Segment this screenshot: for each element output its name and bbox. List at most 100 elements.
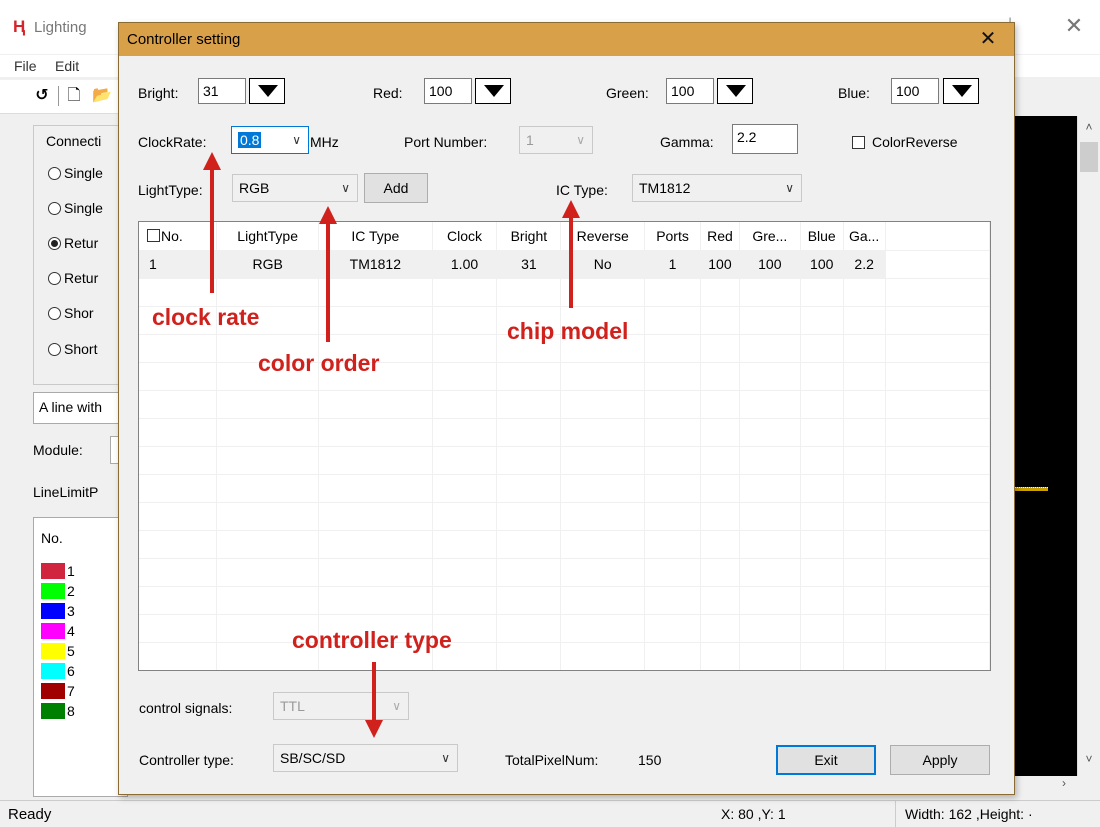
green-input[interactable]: 100 (666, 78, 714, 104)
open-folder-icon[interactable]: 📂 (92, 86, 112, 106)
connection-option-label: Single (64, 200, 103, 216)
scroll-down-icon[interactable]: ˅ (1080, 752, 1098, 770)
connection-option-5[interactable]: Shor (48, 305, 94, 321)
ictype-select[interactable]: TM1812 ∨ (632, 174, 802, 202)
list-item[interactable]: 5 (41, 642, 75, 660)
column-header-clock[interactable]: Clock (432, 222, 498, 251)
scroll-up-icon[interactable]: ˄ (1080, 120, 1098, 138)
gamma-input[interactable]: 2.2 (732, 124, 798, 154)
table-row[interactable]: 1 RGB TM1812 1.00 31 No 1 100 100 100 2.… (139, 250, 990, 279)
apply-button[interactable]: Apply (890, 745, 990, 775)
column-header-lighttype[interactable]: LightType (216, 222, 320, 251)
cell-lighttype: RGB (216, 250, 320, 279)
new-file-icon[interactable]: 🗋 (65, 86, 83, 106)
lighttype-value: RGB (239, 180, 270, 196)
scroll-thumb[interactable] (1080, 142, 1098, 172)
empty-cell (318, 446, 433, 475)
blue-input[interactable]: 100 (891, 78, 939, 104)
empty-cell (318, 530, 433, 559)
ictype-label: IC Type: (556, 182, 608, 198)
connection-option-3[interactable]: Retur (48, 235, 98, 251)
vertical-scrollbar[interactable] (1077, 116, 1100, 776)
column-header-green[interactable]: Gre... (739, 222, 801, 251)
column-header-reverse[interactable]: Reverse (560, 222, 646, 251)
empty-cell (800, 446, 844, 475)
controller-table[interactable]: No. LightType IC Type Clock Bright Rever… (138, 221, 991, 671)
empty-cell (885, 642, 990, 670)
led-preview-canvas[interactable] (1015, 116, 1077, 776)
chevron-down-icon: ∨ (576, 133, 585, 147)
column-header-ports[interactable]: Ports (644, 222, 701, 251)
menu-edit[interactable]: Edit (55, 58, 79, 74)
radio-icon (48, 271, 61, 285)
column-header-red[interactable]: Red (700, 222, 740, 251)
empty-cell (700, 418, 740, 447)
empty-table-row (139, 530, 990, 559)
list-item[interactable]: 1 (41, 562, 75, 580)
connection-option-label: Short (64, 341, 98, 357)
select-all-checkbox-icon[interactable] (147, 228, 160, 242)
connection-option-6[interactable]: Short (48, 341, 97, 357)
list-item-number: 7 (67, 683, 75, 699)
menu-file[interactable]: File (14, 58, 37, 74)
line-mode-select[interactable]: A line with (33, 392, 128, 424)
empty-cell (739, 502, 801, 531)
main-close-icon[interactable]: ✕ (1062, 14, 1086, 38)
dialog-close-icon[interactable]: ✕ (975, 27, 1001, 51)
empty-cell (139, 558, 218, 587)
empty-cell (432, 586, 498, 615)
red-dropdown-icon[interactable] (475, 78, 511, 104)
list-item[interactable]: 2 (41, 582, 75, 600)
list-item[interactable]: 8 (41, 702, 75, 720)
exit-button[interactable]: Exit (776, 745, 876, 775)
list-item[interactable]: 4 (41, 622, 75, 640)
column-header-ictype[interactable]: IC Type (318, 222, 433, 251)
empty-cell (885, 334, 990, 363)
red-input[interactable]: 100 (424, 78, 472, 104)
empty-cell (843, 418, 886, 447)
empty-cell (560, 502, 646, 531)
column-header-gamma[interactable]: Ga... (843, 222, 886, 251)
scroll-right-icon[interactable]: › (1062, 776, 1078, 796)
empty-cell (318, 390, 433, 419)
connection-option-1[interactable]: Single (48, 165, 103, 181)
color-reverse-checkbox[interactable] (852, 136, 865, 152)
connection-option-4[interactable]: Retur (48, 270, 98, 286)
color-swatch (41, 603, 65, 619)
chip-model-annotation: chip model (507, 318, 629, 344)
empty-cell (318, 278, 433, 307)
undo-icon[interactable]: ↺ (33, 86, 51, 106)
list-item[interactable]: 6 (41, 662, 75, 680)
clockrate-select[interactable]: 0.8 ∨ (231, 126, 309, 154)
list-item[interactable]: 3 (41, 602, 75, 620)
cell-bright: 31 (496, 250, 562, 279)
empty-cell (644, 530, 701, 559)
green-dropdown-icon[interactable] (717, 78, 753, 104)
bright-dropdown-icon[interactable] (249, 78, 285, 104)
empty-cell (139, 390, 218, 419)
lighttype-select[interactable]: RGB ∨ (232, 174, 358, 202)
list-item[interactable]: 7 (41, 682, 75, 700)
chip-model-arrow (569, 216, 573, 308)
controller-type-label: Controller type: (139, 752, 234, 768)
empty-cell (800, 362, 844, 391)
ictype-value: TM1812 (639, 180, 691, 196)
lighttype-label: LightType: (138, 182, 203, 198)
controller-type-arrow-head (365, 720, 383, 738)
connection-option-2[interactable]: Single (48, 200, 103, 216)
add-button[interactable]: Add (364, 173, 428, 203)
cell-clock: 1.00 (432, 250, 498, 279)
dialog-titlebar[interactable] (119, 23, 1014, 56)
controller-type-select[interactable]: SB/SC/SD ∨ (273, 744, 458, 772)
empty-cell (843, 558, 886, 587)
empty-cell (139, 278, 218, 307)
control-signals-value: TTL (280, 698, 305, 714)
column-header-no[interactable]: No. (139, 222, 218, 251)
column-header-blue[interactable]: Blue (800, 222, 844, 251)
bright-input[interactable]: 31 (198, 78, 246, 104)
color-swatch (41, 683, 65, 699)
color-reverse-label: ColorReverse (872, 134, 958, 150)
blue-dropdown-icon[interactable] (943, 78, 979, 104)
column-header-bright[interactable]: Bright (496, 222, 562, 251)
cell-no: 1 (139, 250, 218, 279)
